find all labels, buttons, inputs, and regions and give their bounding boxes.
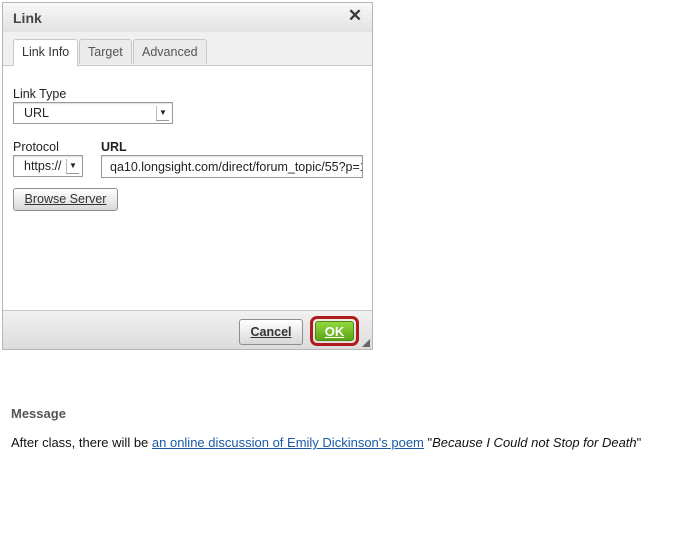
link-type-label: Link Type xyxy=(13,87,67,101)
dialog-titlebar[interactable]: Link ✕ xyxy=(3,3,372,33)
protocol-select[interactable]: https:// ▼ xyxy=(13,155,83,177)
message-text: After class, there will be an online dis… xyxy=(11,435,641,450)
tab-advanced[interactable]: Advanced xyxy=(133,39,207,64)
cancel-button[interactable]: Cancel xyxy=(239,319,303,345)
url-input[interactable]: qa10.longsight.com/direct/forum_topic/55… xyxy=(101,155,363,178)
message-link[interactable]: an online discussion of Emily Dickinson'… xyxy=(152,435,424,450)
dialog-footer: Cancel OK xyxy=(3,310,372,349)
browse-server-button[interactable]: Browse Server xyxy=(13,188,118,211)
close-icon[interactable]: ✕ xyxy=(346,7,364,25)
dialog-title: Link xyxy=(13,10,42,26)
tab-link-info[interactable]: Link Info xyxy=(13,39,79,66)
ok-button[interactable]: OK xyxy=(315,321,354,341)
resize-grip-icon[interactable] xyxy=(362,339,370,347)
ok-highlight-ring: OK xyxy=(310,316,359,346)
link-dialog: Link ✕ Link Info Target Advanced Link Ty… xyxy=(2,2,373,350)
dialog-body: Link Type URL ▼ Protocol https:// ▼ URL … xyxy=(3,66,372,311)
chevron-down-icon: ▼ xyxy=(156,106,169,121)
tab-strip: Link Info Target Advanced xyxy=(3,32,372,66)
protocol-label: Protocol xyxy=(13,140,59,154)
browse-server-label: Browse Server xyxy=(24,192,107,206)
link-type-value: URL xyxy=(24,106,50,120)
message-prefix: After class, there will be xyxy=(11,435,152,450)
chevron-down-icon: ▼ xyxy=(66,159,79,174)
message-italic-title: Because I Could not Stop for Death xyxy=(432,435,637,450)
protocol-value: https:// xyxy=(24,159,62,173)
message-label: Message xyxy=(11,406,66,421)
message-open-quote: " xyxy=(423,435,433,450)
link-type-select[interactable]: URL ▼ xyxy=(13,102,173,124)
message-close-quote: " xyxy=(636,435,642,450)
url-label: URL xyxy=(101,140,127,154)
tab-target[interactable]: Target xyxy=(79,39,132,64)
url-value: qa10.longsight.com/direct/forum_topic/55… xyxy=(110,160,363,174)
cancel-label: Cancel xyxy=(250,325,292,339)
